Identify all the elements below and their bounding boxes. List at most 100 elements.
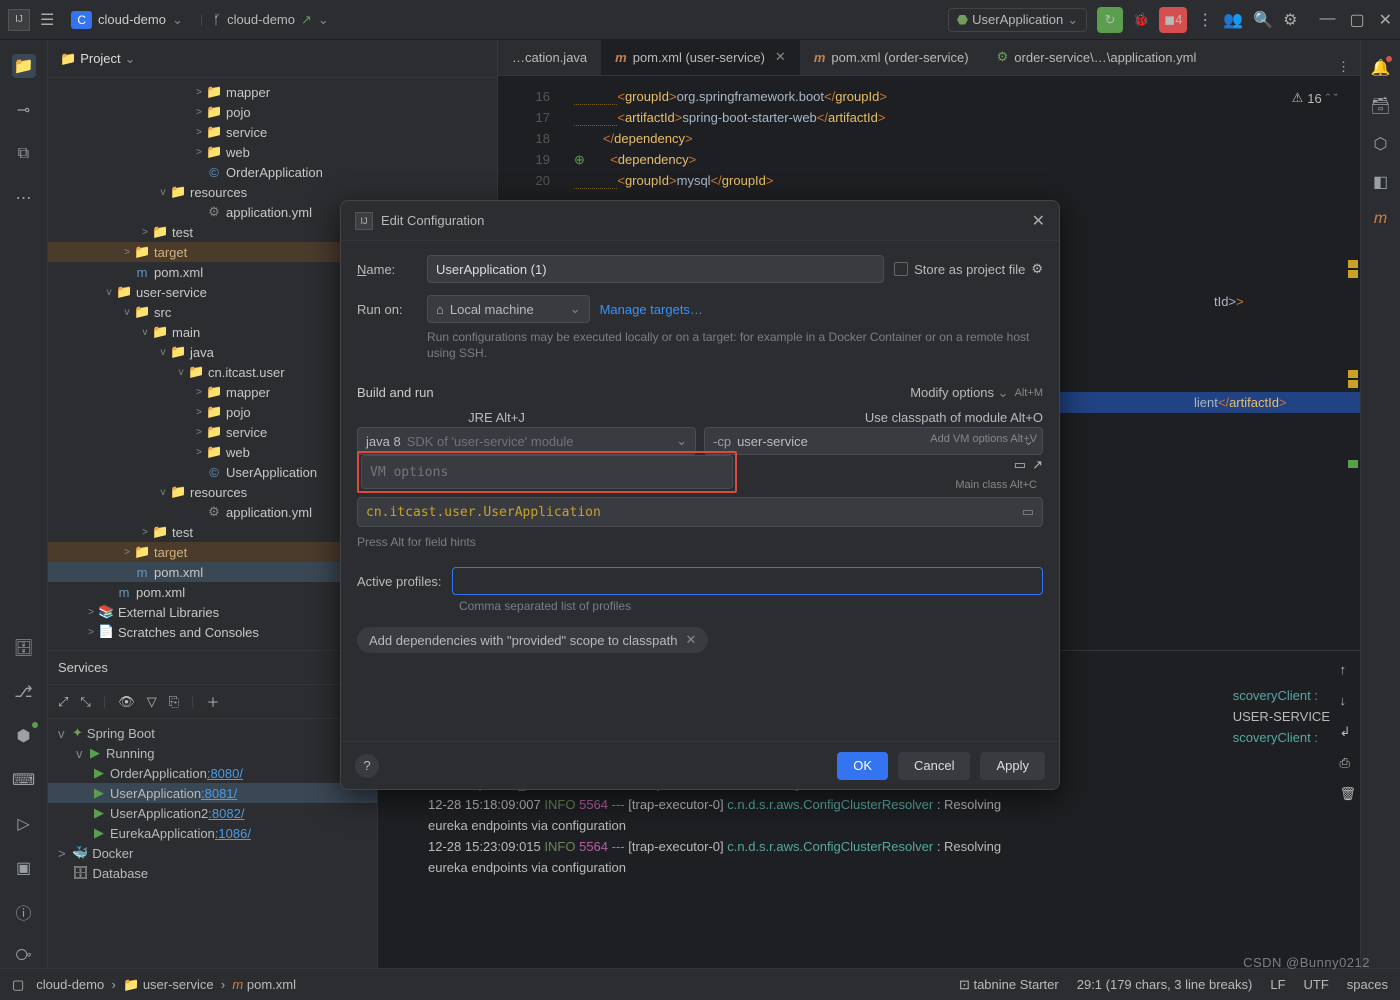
- debug-button[interactable]: 🐞: [1133, 12, 1149, 28]
- open-new-icon[interactable]: ↗: [1032, 457, 1043, 473]
- caret-position[interactable]: 29:1 (179 chars, 3 line breaks): [1077, 977, 1253, 992]
- gear-icon[interactable]: ⚙: [1031, 261, 1043, 277]
- services-node-docker[interactable]: >🐳Docker: [48, 843, 377, 863]
- notifications-icon[interactable]: 🔔: [1371, 58, 1391, 78]
- cp-value: user-service: [737, 434, 808, 449]
- more-tool-icon[interactable]: ⋯: [12, 186, 36, 210]
- clear-icon[interactable]: 🗑: [1339, 783, 1356, 804]
- scroll-up-icon[interactable]: ↑: [1339, 659, 1356, 680]
- close-icon[interactable]: ✕: [1379, 10, 1392, 30]
- code-with-me-icon[interactable]: 👥: [1223, 10, 1243, 30]
- line-separator[interactable]: LF: [1270, 977, 1285, 992]
- maven-icon[interactable]: m: [1374, 210, 1387, 228]
- tree-row[interactable]: >📁pojo: [48, 102, 497, 122]
- main-menu-icon[interactable]: ☰: [40, 10, 54, 30]
- active-profiles-field[interactable]: [452, 567, 1043, 595]
- collapse-icon[interactable]: ⤡: [80, 694, 90, 710]
- services-header[interactable]: Services: [48, 651, 377, 685]
- problems-tool-icon[interactable]: ⓘ: [12, 900, 36, 924]
- minimize-icon[interactable]: —: [1319, 10, 1335, 30]
- jre-hint: JRE Alt+J: [468, 410, 525, 425]
- show-icon[interactable]: 👁: [118, 694, 135, 710]
- scroll-down-icon[interactable]: ↓: [1339, 690, 1356, 711]
- maximize-icon[interactable]: ▢: [1349, 10, 1364, 30]
- name-field[interactable]: [427, 255, 884, 283]
- ai-icon[interactable]: ⬡: [1374, 134, 1388, 154]
- filter-icon[interactable]: ▽: [147, 694, 157, 710]
- commit-tool-icon[interactable]: ⊸: [12, 98, 36, 122]
- service-app-row[interactable]: ▶OrderApplication :8080/: [48, 763, 377, 783]
- tree-row[interactable]: >📁service: [48, 122, 497, 142]
- vcs-tool-icon[interactable]: ⎇: [12, 680, 36, 704]
- settings-icon[interactable]: ⚙: [1283, 10, 1297, 30]
- yml-icon: ⚙: [997, 49, 1009, 65]
- project-tool-icon[interactable]: 📁: [12, 54, 36, 78]
- help-button[interactable]: ?: [355, 754, 379, 778]
- tree-row[interactable]: >📁web: [48, 142, 497, 162]
- tab-cation-java[interactable]: …cation.java: [498, 39, 601, 75]
- right-tool-rail: 🔔 🗃 ⬡ ◧ m: [1360, 40, 1400, 968]
- services-node-database[interactable]: 🗄Database: [48, 863, 377, 883]
- service-app-row[interactable]: ▶UserApplication :8081/: [48, 783, 377, 803]
- manage-targets-link[interactable]: Manage targets…: [600, 302, 703, 317]
- modify-options-link[interactable]: Modify options ⌄: [910, 385, 1008, 401]
- group-icon[interactable]: ⎘: [169, 694, 179, 710]
- build-tool-icon[interactable]: ▣: [12, 856, 36, 880]
- expand-icon[interactable]: ⤢: [58, 694, 68, 710]
- screenshot-icon[interactable]: ⎙: [1339, 752, 1356, 773]
- run-config-selector[interactable]: ⬣ UserApplication ⌄: [948, 8, 1087, 32]
- overview-ruler[interactable]: [1344, 80, 1358, 640]
- service-app-row[interactable]: ▶EurekaApplication :1086/: [48, 823, 377, 843]
- tabnine-status[interactable]: ⊡ tabnine Starter: [959, 977, 1059, 993]
- project-header[interactable]: 📁 Project ⌄: [48, 40, 497, 78]
- service-app-row[interactable]: ▶UserApplication2 :8082/: [48, 803, 377, 823]
- tab-overflow[interactable]: ⋮: [1337, 59, 1360, 75]
- project-selector[interactable]: C cloud-demo ⌄: [64, 8, 190, 32]
- vcs-branch[interactable]: ᚶ cloud-demo ↗ ⌄: [213, 12, 329, 28]
- stop-button[interactable]: ◼4: [1159, 7, 1187, 33]
- db-right-icon[interactable]: 🗃: [1370, 96, 1390, 116]
- services-tool-icon[interactable]: ⬢: [12, 724, 36, 748]
- git-tool-icon[interactable]: ⧂: [12, 944, 36, 968]
- main-class-field[interactable]: cn.itcast.user.UserApplication ▭: [357, 497, 1043, 527]
- more-icon[interactable]: ⋮: [1197, 10, 1213, 30]
- services-tree[interactable]: v✦Spring Boot v▶Running ▶OrderApplicatio…: [48, 719, 377, 887]
- apply-button[interactable]: Apply: [980, 752, 1045, 780]
- alt-hint: Press Alt for field hints: [357, 535, 1043, 549]
- services-node-running[interactable]: v▶Running: [48, 743, 377, 763]
- breadcrumb[interactable]: cloud-demo › 📁 user-service › m pom.xml: [36, 977, 296, 993]
- cp-prefix: -cp: [713, 434, 731, 449]
- run-button[interactable]: ↻: [1097, 7, 1123, 33]
- soft-wrap-icon[interactable]: ↲: [1339, 721, 1356, 742]
- run-on-select[interactable]: ⌂ Local machine ⌄: [427, 295, 590, 323]
- dialog-footer: ? OK Cancel Apply: [341, 741, 1059, 789]
- plugin-icon[interactable]: ◧: [1373, 172, 1388, 192]
- services-node-springboot[interactable]: v✦Spring Boot: [48, 723, 377, 743]
- structure-tool-icon[interactable]: ⧉: [12, 142, 36, 166]
- run-tool-icon[interactable]: ▷: [12, 812, 36, 836]
- expand-field-icon[interactable]: ▭: [1014, 457, 1026, 473]
- tree-row[interactable]: >📁mapper: [48, 82, 497, 102]
- statusbar-tool-icon[interactable]: ▢: [12, 977, 24, 993]
- remove-chip-icon[interactable]: ✕: [685, 632, 696, 648]
- ok-button[interactable]: OK: [837, 752, 888, 780]
- tree-row[interactable]: ©OrderApplication: [48, 162, 497, 182]
- terminal-tool-icon[interactable]: ⌨: [12, 768, 36, 792]
- encoding[interactable]: UTF: [1304, 977, 1329, 992]
- add-provided-deps-chip[interactable]: Add dependencies with "provided" scope t…: [357, 627, 708, 653]
- tab-pom-user[interactable]: m pom.xml (user-service) ✕: [601, 39, 800, 75]
- tab-app-yml[interactable]: ⚙ order-service\…\application.yml: [983, 39, 1211, 75]
- tab-pom-order[interactable]: m pom.xml (order-service): [800, 39, 983, 75]
- tree-row[interactable]: v📁resources: [48, 182, 497, 202]
- browse-icon[interactable]: ▭: [1022, 504, 1034, 520]
- checkbox-icon[interactable]: [894, 262, 908, 276]
- database-tool-icon[interactable]: 🗄: [12, 636, 36, 660]
- cancel-button[interactable]: Cancel: [898, 752, 970, 780]
- vm-options-field[interactable]: [361, 455, 733, 489]
- close-tab-icon[interactable]: ✕: [775, 49, 786, 65]
- close-dialog-icon[interactable]: ✕: [1032, 211, 1045, 231]
- store-as-project-file[interactable]: Store as project file ⚙: [894, 261, 1043, 277]
- search-icon[interactable]: 🔍: [1253, 10, 1273, 30]
- add-icon[interactable]: ＋: [207, 692, 220, 711]
- indent[interactable]: spaces: [1347, 977, 1388, 992]
